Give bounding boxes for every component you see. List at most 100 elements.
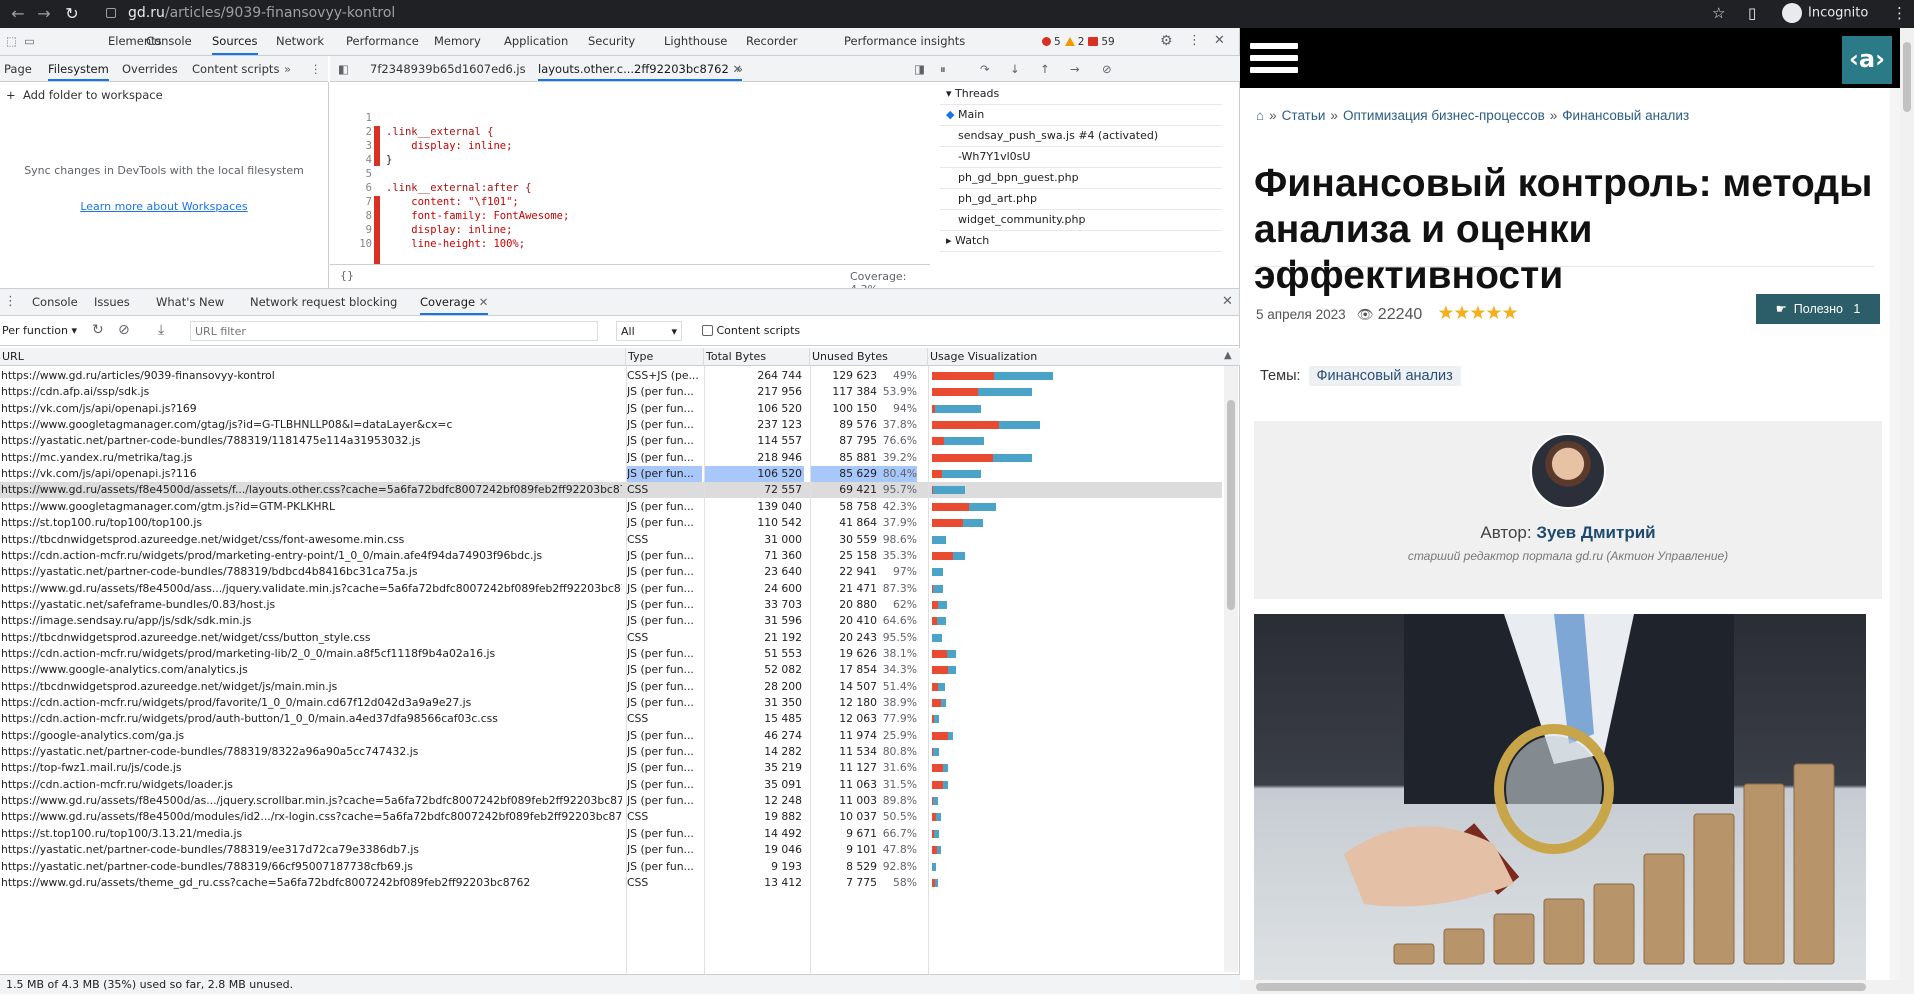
table-scrollbar[interactable] (1224, 366, 1238, 972)
table-row[interactable]: https://st.top100.ru/top100/top100.jsJS … (0, 515, 1222, 531)
clear-icon[interactable]: ⊘ (118, 322, 130, 338)
devtools-menu-icon[interactable]: ⋮ (1188, 28, 1201, 55)
forward-icon[interactable]: → (34, 4, 54, 23)
drawer-tab-coverage[interactable]: Coverage ✕ (420, 289, 488, 315)
learn-more-link[interactable]: Learn more about Workspaces (0, 200, 328, 213)
table-row[interactable]: https://yastatic.net/partner-code-bundle… (0, 564, 1222, 580)
table-row[interactable]: https://tbcdnwidgetsprod.azureedge.net/w… (0, 532, 1222, 548)
breadcrumb-item[interactable]: Статьи (1282, 108, 1326, 123)
side-panel-icon[interactable]: ▯ (1748, 4, 1756, 22)
coverage-mode-select[interactable]: Per function ▾ (2, 324, 77, 337)
close-tab-icon[interactable]: ✕ (479, 295, 489, 309)
breadcrumb-item[interactable]: Финансовый анализ (1562, 108, 1689, 123)
navigator-menu-icon[interactable]: ⋮ (310, 56, 322, 81)
threads-section-header[interactable]: ▾ Threads (940, 84, 1222, 105)
back-icon[interactable]: ← (8, 4, 28, 23)
tab-memory[interactable]: Memory (434, 28, 481, 55)
header-usage-visualization[interactable]: Usage Visualization (928, 348, 1220, 366)
nav-tab-page[interactable]: Page (4, 56, 32, 81)
pretty-print-icon[interactable]: {} (340, 269, 354, 282)
table-row[interactable]: https://cdn.action-mcfr.ru/widgets/prod/… (0, 695, 1222, 711)
table-row[interactable]: https://yastatic.net/partner-code-bundle… (0, 859, 1222, 875)
table-row[interactable]: https://cdn.action-mcfr.ru/widgets/prod/… (0, 548, 1222, 564)
nav-tab-filesystem[interactable]: Filesystem (48, 56, 109, 81)
tab-security[interactable]: Security (588, 28, 635, 55)
header-total-bytes[interactable]: Total Bytes (704, 348, 810, 366)
close-devtools-icon[interactable]: ✕ (1214, 28, 1225, 55)
table-row[interactable]: https://cdn.afp.ai/ssp/sdk.jsJS (per fun… (0, 384, 1222, 400)
thread-item[interactable]: -Wh7Y1vl0sU (940, 147, 1222, 168)
reload-icon[interactable]: ↻ (62, 4, 82, 23)
drawer-tab-network-blocking[interactable]: Network request blocking (250, 289, 397, 315)
tab-network[interactable]: Network (276, 28, 324, 55)
table-row[interactable]: https://yastatic.net/partner-code-bundle… (0, 842, 1222, 858)
table-row[interactable]: https://st.top100.ru/top100/3.13.21/medi… (0, 826, 1222, 842)
horizontal-scrollbar[interactable] (1240, 980, 1900, 994)
page-scrollbar-thumb[interactable] (1903, 42, 1911, 112)
step-icon[interactable]: → (1070, 56, 1080, 81)
table-row[interactable]: https://top-fwz1.mail.ru/js/code.jsJS (p… (0, 760, 1222, 776)
table-row[interactable]: https://cdn.action-mcfr.ru/widgets/prod/… (0, 646, 1222, 662)
tab-lighthouse[interactable]: Lighthouse (664, 28, 727, 55)
avatar[interactable] (1530, 433, 1606, 509)
tab-recorder[interactable]: Recorder (746, 28, 798, 55)
header-unused-bytes[interactable]: Unused Bytes (810, 348, 928, 366)
table-row[interactable]: https://cdn.action-mcfr.ru/widgets/prod/… (0, 711, 1222, 727)
tab-performance[interactable]: Performance (346, 28, 419, 55)
table-row[interactable]: https://www.googletagmanager.com/gtag/js… (0, 417, 1222, 433)
table-row[interactable]: https://www.google-analytics.com/analyti… (0, 662, 1222, 678)
tab-console[interactable]: Console (146, 28, 192, 55)
table-row[interactable]: https://www.gd.ru/assets/theme_gd_ru.css… (0, 875, 1222, 891)
rating-stars[interactable]: ★★★★★ (1437, 303, 1517, 324)
type-filter-select[interactable]: All▾ (616, 321, 682, 341)
inspect-icon[interactable]: ⬚ (6, 28, 17, 55)
page-scrollbar[interactable] (1900, 28, 1914, 994)
browser-menu-icon[interactable]: ⋮ (1892, 4, 1907, 22)
add-folder-button[interactable]: + Add folder to workspace (6, 88, 163, 102)
toggle-navigator-icon[interactable]: ◧ (338, 56, 349, 81)
content-scripts-checkbox[interactable]: Content scripts (702, 324, 800, 337)
close-drawer-icon[interactable]: ✕ (1222, 289, 1233, 315)
file-tab-css[interactable]: layouts.other.c...2ff92203bc8762 ✕ (538, 56, 742, 81)
tab-sources[interactable]: Sources (212, 28, 258, 55)
home-icon[interactable]: ⌂ (1256, 108, 1264, 123)
table-row[interactable]: https://www.gd.ru/assets/f8e4500d/ass...… (0, 581, 1222, 597)
header-type[interactable]: Type (626, 348, 704, 366)
tab-performance-insights[interactable]: Performance insights (844, 28, 965, 55)
device-toolbar-icon[interactable]: ▭ (24, 28, 35, 55)
tab-application[interactable]: Application (504, 28, 568, 55)
error-counter[interactable]: 5259 (1042, 28, 1119, 55)
table-row[interactable]: https://www.gd.ru/articles/9039-finansov… (0, 368, 1222, 384)
table-row[interactable]: https://tbcdnwidgetsprod.azureedge.net/w… (0, 630, 1222, 646)
address-bar[interactable]: gd.ru/articles/9039-finansovyy-kontrol (106, 2, 1746, 24)
thread-item[interactable]: ph_gd_bpn_guest.php (940, 168, 1222, 189)
table-row[interactable]: https://www.gd.ru/assets/f8e4500d/module… (0, 809, 1222, 825)
table-scrollbar-thumb[interactable] (1227, 400, 1235, 610)
drawer-menu-icon[interactable]: ⋮ (4, 289, 17, 315)
step-out-icon[interactable]: ↑ (1040, 56, 1050, 81)
more-files-icon[interactable]: » (736, 56, 743, 81)
deactivate-breakpoints-icon[interactable]: ⊘ (1102, 56, 1112, 81)
table-row[interactable]: https://www.gd.ru/assets/f8e4500d/assets… (0, 482, 1222, 498)
bookmark-star-icon[interactable]: ☆ (1712, 4, 1725, 22)
thread-item[interactable]: sendsay_push_swa.js #4 (activated) (940, 126, 1222, 147)
table-row[interactable]: https://cdn.action-mcfr.ru/widgets/loade… (0, 777, 1222, 793)
drawer-tab-whats-new[interactable]: What's New (156, 289, 224, 315)
horizontal-scrollbar-thumb[interactable] (1256, 983, 1866, 991)
step-into-icon[interactable]: ↓ (1010, 56, 1020, 81)
table-row[interactable]: https://yastatic.net/partner-code-bundle… (0, 744, 1222, 760)
table-row[interactable]: https://yastatic.net/partner-code-bundle… (0, 433, 1222, 449)
table-row[interactable]: https://tbcdnwidgetsprod.azureedge.net/w… (0, 679, 1222, 695)
drawer-tab-issues[interactable]: Issues (94, 289, 130, 315)
toggle-debugger-icon[interactable]: ◨ (914, 56, 925, 81)
hamburger-menu-icon[interactable] (1250, 43, 1298, 79)
file-tab-js[interactable]: 7f2348939b65d1607ed6.js (370, 56, 526, 81)
settings-gear-icon[interactable]: ⚙ (1160, 28, 1173, 55)
thread-item[interactable]: widget_community.php (940, 210, 1222, 231)
more-tabs-icon[interactable]: » (284, 56, 291, 81)
drawer-tab-console[interactable]: Console (32, 289, 78, 315)
pause-icon[interactable]: ⏸ (940, 56, 946, 81)
reload-coverage-icon[interactable]: ↻ (92, 322, 104, 338)
table-row[interactable]: https://vk.com/js/api/openapi.js?116JS (… (0, 466, 1222, 482)
table-row[interactable]: https://image.sendsay.ru/app/js/sdk/sdk.… (0, 613, 1222, 629)
